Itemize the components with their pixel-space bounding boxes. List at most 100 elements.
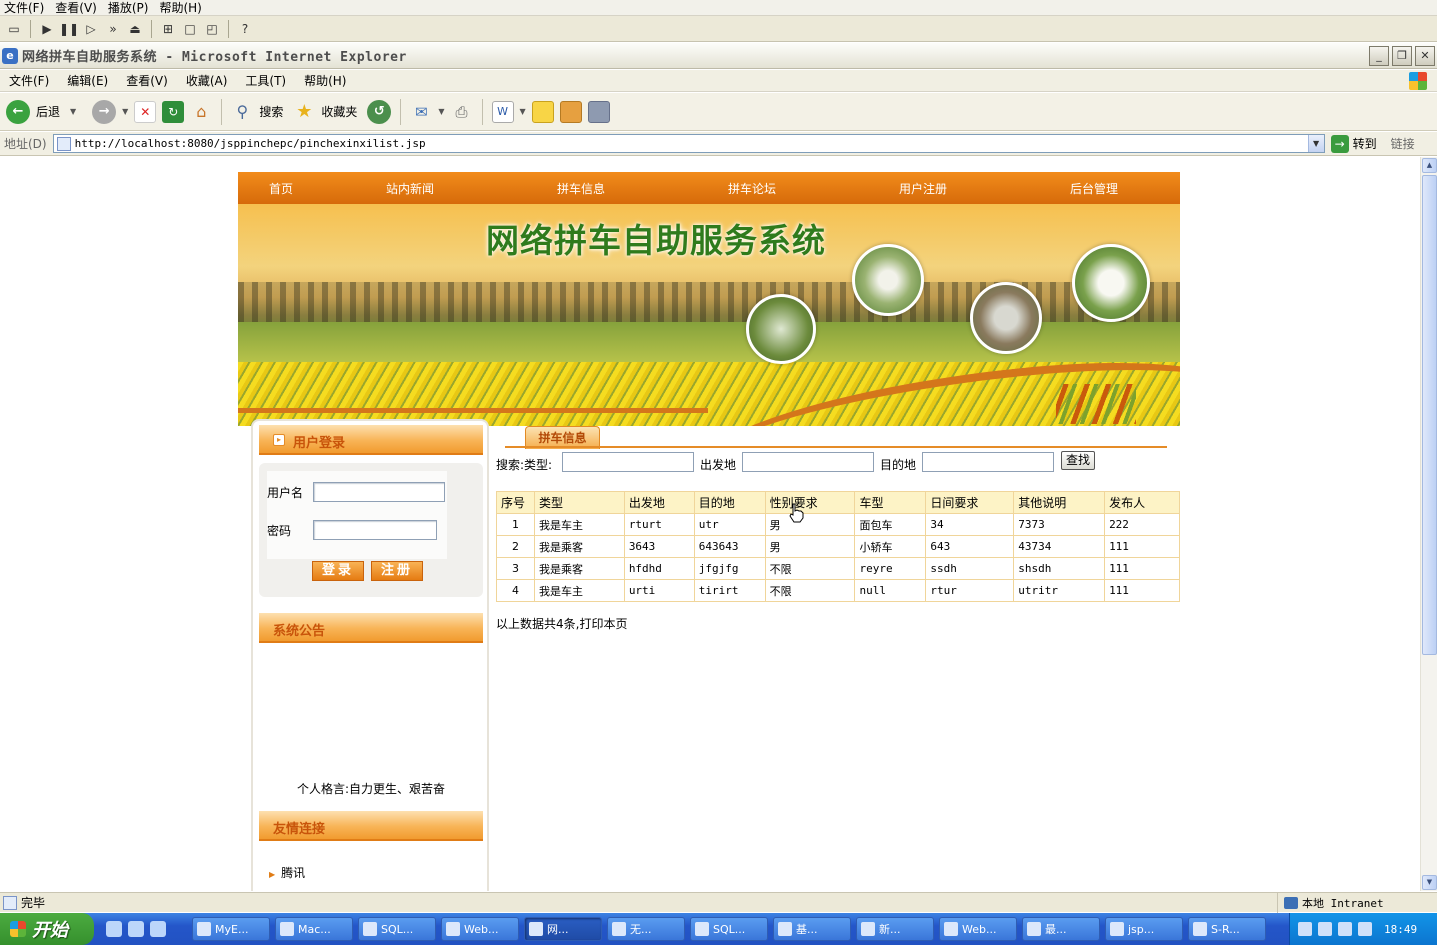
eject-icon[interactable]: ⏏ xyxy=(127,21,143,37)
search-button-label[interactable]: 搜索 xyxy=(259,103,283,120)
scroll-up-icon[interactable]: ▲ xyxy=(1422,158,1437,173)
resize-icon[interactable]: ◰ xyxy=(204,21,220,37)
address-input[interactable] xyxy=(74,137,1295,150)
task-button[interactable]: MyE... xyxy=(192,917,270,941)
address-dropdown-icon[interactable]: ▼ xyxy=(1307,135,1324,152)
security-icon[interactable] xyxy=(1358,922,1372,936)
play-icon[interactable]: ▶ xyxy=(39,21,55,37)
links-button[interactable]: 链接 xyxy=(1391,135,1415,152)
fast-forward-icon[interactable]: » xyxy=(105,21,121,37)
refresh-icon[interactable]: ↻ xyxy=(162,100,185,123)
task-button[interactable]: SQL... xyxy=(690,917,768,941)
go-button[interactable]: → 转到 xyxy=(1330,134,1377,153)
search-button[interactable]: 查找 xyxy=(1061,451,1095,470)
task-button[interactable]: Mac... xyxy=(275,917,353,941)
menu-tools[interactable]: 工具(T) xyxy=(236,72,295,89)
announcement-panel-title: 系统公告 xyxy=(273,624,326,639)
nav-register[interactable]: 用户注册 xyxy=(899,180,947,197)
ie-quick-icon[interactable] xyxy=(128,921,144,937)
nav-forum[interactable]: 拼车论坛 xyxy=(728,180,776,197)
edit-icon[interactable]: W xyxy=(491,100,514,123)
keyboard-icon[interactable] xyxy=(1298,922,1312,936)
task-button[interactable]: jsp... xyxy=(1105,917,1183,941)
tray-arrow-icon[interactable] xyxy=(1318,922,1332,936)
ie-icon xyxy=(612,922,626,936)
media-quick-icon[interactable] xyxy=(150,921,166,937)
pause-icon[interactable]: ❚❚ xyxy=(59,21,79,37)
print-icon[interactable]: ⎙ xyxy=(451,101,473,123)
task-button[interactable]: Web... xyxy=(939,917,1017,941)
menu-favorites[interactable]: 收藏(A) xyxy=(177,72,237,89)
scroll-down-icon[interactable]: ▼ xyxy=(1422,875,1437,890)
task-button[interactable]: Web... xyxy=(441,917,519,941)
summary-label[interactable]: 以上数据共4条,打印本页 xyxy=(496,617,627,631)
search-type-input[interactable] xyxy=(562,452,694,472)
task-label: SQL... xyxy=(713,922,746,936)
player-menu-file[interactable]: 文件(F) xyxy=(0,0,51,16)
maximize-button[interactable]: ❐ xyxy=(1392,46,1412,66)
mail-dropdown-icon[interactable]: ▼ xyxy=(438,107,444,116)
player-menu-play[interactable]: 播放(P) xyxy=(104,0,156,16)
back-icon[interactable]: ← xyxy=(6,99,30,124)
scroll-thumb[interactable] xyxy=(1422,175,1437,655)
cell-to: jfgjfg xyxy=(693,557,766,580)
favorites-icon[interactable]: ★ xyxy=(293,101,315,123)
forward-dropdown-icon[interactable]: ▼ xyxy=(122,107,128,116)
password-input[interactable] xyxy=(313,520,437,540)
open-icon[interactable]: ▭ xyxy=(6,21,22,37)
search-from-input[interactable] xyxy=(742,452,874,472)
nav-news[interactable]: 站内新闻 xyxy=(386,180,434,197)
minimize-button[interactable]: _ xyxy=(1369,46,1389,66)
search-to-input[interactable] xyxy=(922,452,1054,472)
messenger-icon[interactable] xyxy=(587,100,610,123)
mail-icon[interactable]: ✉ xyxy=(410,101,432,123)
discuss-icon[interactable] xyxy=(531,100,554,123)
username-input[interactable] xyxy=(313,482,445,502)
edit-dropdown-icon[interactable]: ▼ xyxy=(520,107,526,116)
task-button[interactable]: SQL... xyxy=(358,917,436,941)
network-icon[interactable] xyxy=(1338,922,1352,936)
task-button[interactable]: 新... xyxy=(856,917,934,941)
nav-carpool-info[interactable]: 拼车信息 xyxy=(557,180,605,197)
back-dropdown-icon[interactable]: ▼ xyxy=(70,107,76,116)
task-button[interactable]: 最... xyxy=(1022,917,1100,941)
system-tray: 18:49 xyxy=(1289,913,1437,945)
help-icon[interactable]: ? xyxy=(237,21,253,37)
forward-icon[interactable]: → xyxy=(92,99,117,124)
vertical-scrollbar[interactable]: ▲ ▼ xyxy=(1420,157,1437,891)
show-desktop-icon[interactable] xyxy=(106,921,122,937)
window-icon[interactable]: □ xyxy=(182,21,198,37)
task-button[interactable]: S-R... xyxy=(1188,917,1266,941)
fullscreen-icon[interactable]: ⊞ xyxy=(160,21,176,37)
back-button-label[interactable]: 后退 xyxy=(36,103,60,120)
research-icon[interactable] xyxy=(559,100,582,123)
hand-cursor-icon xyxy=(789,503,804,523)
home-icon[interactable]: ⌂ xyxy=(190,101,212,123)
friend-link-item[interactable]: ▶ 腾讯 xyxy=(269,864,305,881)
search-icon[interactable]: ⚲ xyxy=(231,101,253,123)
menu-edit[interactable]: 编辑(E) xyxy=(58,72,117,89)
login-panel-title: 用户登录 xyxy=(293,436,346,451)
task-button[interactable]: 无... xyxy=(607,917,685,941)
menu-view[interactable]: 查看(V) xyxy=(117,72,177,89)
col-header: 目的地 xyxy=(693,491,766,514)
nav-home[interactable]: 首页 xyxy=(269,180,293,197)
login-button[interactable]: 登录 xyxy=(312,561,364,581)
stop-icon[interactable]: ✕ xyxy=(134,100,157,123)
history-icon[interactable]: ↺ xyxy=(367,99,392,124)
nav-admin[interactable]: 后台管理 xyxy=(1070,180,1118,197)
step-icon[interactable]: ▷ xyxy=(83,21,99,37)
start-button[interactable]: 开始 xyxy=(0,913,94,945)
task-button-active[interactable]: 网... xyxy=(524,917,602,941)
player-menu-view[interactable]: 查看(V) xyxy=(51,0,104,16)
register-button[interactable]: 注册 xyxy=(371,561,423,581)
cell-car: 面包车 xyxy=(854,513,927,536)
menu-file[interactable]: 文件(F) xyxy=(0,72,58,89)
status-text: 完毕 xyxy=(21,896,46,910)
player-menu-help[interactable]: 帮助(H) xyxy=(155,0,208,16)
favorites-button-label[interactable]: 收藏夹 xyxy=(321,103,357,120)
menu-help[interactable]: 帮助(H) xyxy=(295,72,355,89)
task-button[interactable]: 基... xyxy=(773,917,851,941)
close-button[interactable]: ✕ xyxy=(1415,46,1435,66)
left-column: ▸ 用户登录 用户名 密码 登录 注册 系统公告 个人格言:自力更生、艰苦奋 友… xyxy=(251,419,489,891)
